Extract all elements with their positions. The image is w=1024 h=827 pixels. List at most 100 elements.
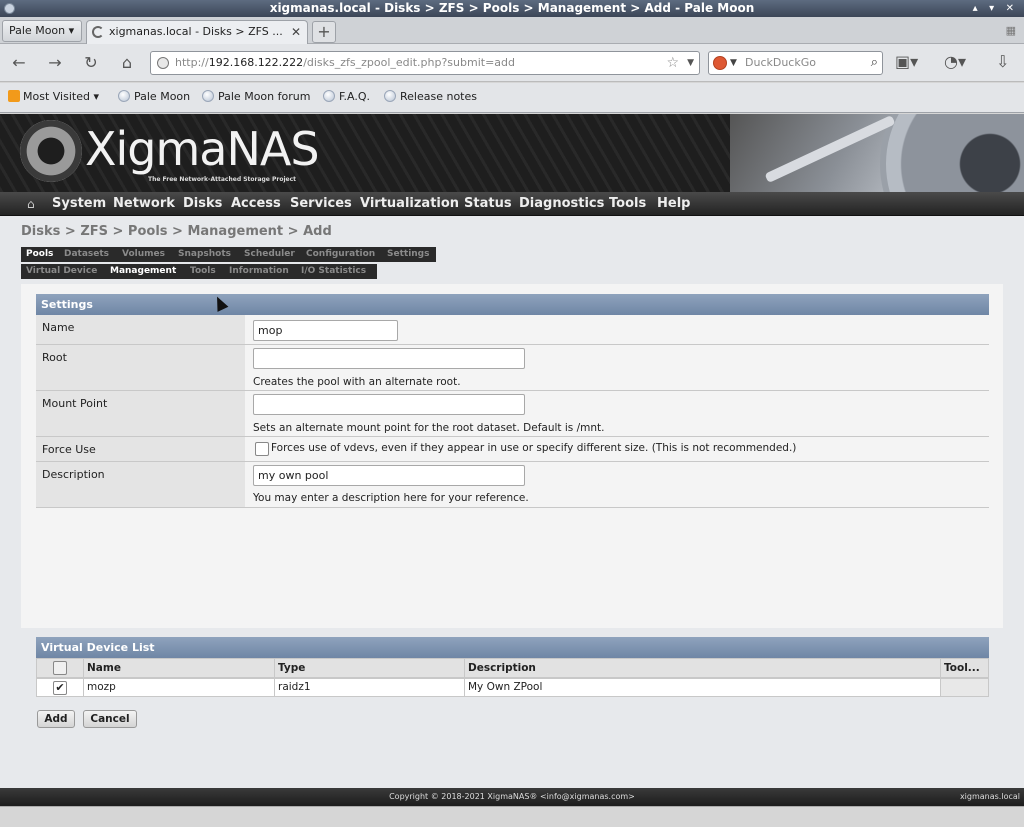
bookmark-pale-moon-forum[interactable]: Pale Moon forum	[202, 90, 310, 103]
xigmanas-banner: XigmaNAS The Free Network-Attached Stora…	[0, 114, 1024, 192]
site-identity-icon[interactable]	[157, 57, 169, 69]
window-title: xigmanas.local - Disks > ZFS > Pools > M…	[269, 1, 755, 15]
table-cell-description: My Own ZPool	[464, 678, 941, 697]
table-row-select-cell: ✔	[36, 678, 84, 697]
tab-pools[interactable]: Pools	[26, 249, 53, 259]
menu-system[interactable]: System	[52, 196, 106, 211]
navigation-toolbar: ← → ↻ ⌂ http://192.168.122.222/disks_zfs…	[0, 44, 1024, 82]
menu-network[interactable]: Network	[113, 196, 175, 211]
loading-icon	[92, 26, 104, 38]
url-host: 192.168.122.222	[208, 56, 304, 69]
browser-tab[interactable]: xigmanas.local - Disks > ZFS ... ✕	[86, 20, 308, 44]
xigmanas-tagline: The Free Network-Attached Storage Projec…	[148, 176, 296, 183]
column-header-name: Name	[83, 658, 275, 678]
tab-groups-icon[interactable]: ▦	[1006, 24, 1016, 37]
search-icon[interactable]: ⌕	[871, 52, 878, 74]
tab-information[interactable]: Information	[229, 266, 289, 276]
forward-arrow-icon[interactable]: →	[44, 52, 66, 74]
column-header-description: Description	[464, 658, 941, 678]
search-bar[interactable]: ▼ DuckDuckGo ⌕	[708, 51, 883, 75]
search-engine-dropdown-icon[interactable]: ▼	[730, 52, 737, 74]
mount-point-row: Mount Point Sets an alternate mount poin…	[36, 391, 989, 437]
tab-configuration[interactable]: Configuration	[306, 249, 375, 259]
download-arrow-icon[interactable]: ⇩	[996, 52, 1009, 71]
back-arrow-icon[interactable]: ←	[8, 52, 30, 74]
tab-snapshots[interactable]: Snapshots	[178, 249, 231, 259]
url-prefix: http://	[175, 56, 209, 69]
breadcrumb: Disks > ZFS > Pools > Management > Add	[21, 224, 332, 239]
tab-datasets[interactable]: Datasets	[64, 249, 109, 259]
table-cell-name: mozp	[83, 678, 275, 697]
add-button[interactable]: Add	[37, 710, 75, 728]
tab-scheduler[interactable]: Scheduler	[244, 249, 295, 259]
menu-status[interactable]: Status	[464, 196, 512, 211]
row-checkbox[interactable]: ✔	[53, 681, 67, 695]
column-header-tools: Tool...	[940, 658, 989, 678]
description-row: Description You may enter a description …	[36, 462, 989, 508]
root-label: Root	[36, 345, 245, 390]
bookmarks-menu-icon[interactable]: ▣▾	[895, 52, 918, 71]
new-tab-button[interactable]: +	[312, 21, 336, 43]
table-cell-tools	[940, 678, 989, 697]
secondary-tabs: Virtual Device Management Tools Informat…	[21, 264, 377, 279]
column-header-type: Type	[274, 658, 465, 678]
menu-help[interactable]: Help	[657, 196, 690, 211]
menu-tools[interactable]: Tools	[609, 196, 646, 211]
description-hint: You may enter a description here for you…	[253, 492, 529, 504]
tab-strip: Pale Moon ▾ xigmanas.local - Disks > ZFS…	[0, 17, 1024, 44]
menu-access[interactable]: Access	[231, 196, 281, 211]
description-label: Description	[36, 462, 245, 507]
page-footer: Copyright © 2018-2021 XigmaNAS® <info@xi…	[0, 788, 1024, 806]
footer-copyright: Copyright © 2018-2021 XigmaNAS® <info@xi…	[389, 792, 635, 801]
bookmarks-toolbar: Most Visited ▾ Pale Moon Pale Moon forum…	[0, 83, 1024, 113]
duckduckgo-icon[interactable]	[713, 56, 727, 70]
reload-icon[interactable]: ↻	[80, 52, 102, 74]
tab-tools[interactable]: Tools	[190, 266, 216, 276]
home-icon[interactable]: ⌂	[116, 52, 138, 74]
mount-point-label: Mount Point	[36, 391, 245, 436]
menu-disks[interactable]: Disks	[183, 196, 222, 211]
search-placeholder: DuckDuckGo	[745, 56, 816, 69]
bookmark-most-visited[interactable]: Most Visited ▾	[8, 90, 99, 103]
force-use-hint: Forces use of vdevs, even if they appear…	[271, 442, 797, 454]
window-menu-icon[interactable]	[4, 3, 15, 14]
name-input[interactable]	[253, 320, 398, 341]
cancel-button[interactable]: Cancel	[83, 710, 137, 728]
mount-point-input[interactable]	[253, 394, 525, 415]
disk-platter	[880, 114, 1024, 192]
bookmark-pale-moon[interactable]: Pale Moon	[118, 90, 190, 103]
description-input[interactable]	[253, 465, 525, 486]
root-input[interactable]	[253, 348, 525, 369]
tab-settings[interactable]: Settings	[387, 249, 429, 259]
menu-diagnostics[interactable]: Diagnostics	[519, 196, 604, 211]
window-controls[interactable]: ▴ ▾ ✕	[973, 0, 1018, 17]
footer-hostname: xigmanas.local	[959, 792, 1020, 801]
select-all-checkbox[interactable]	[53, 661, 67, 675]
force-use-checkbox[interactable]	[255, 442, 269, 456]
bookmark-star-icon[interactable]: ☆	[666, 52, 679, 74]
main-menu: ⌂ System Network Disks Access Services V…	[0, 192, 1024, 216]
name-row: Name	[36, 315, 989, 345]
name-label: Name	[36, 315, 245, 344]
close-tab-icon[interactable]: ✕	[291, 21, 301, 43]
menu-services[interactable]: Services	[290, 196, 352, 211]
mount-point-hint: Sets an alternate mount point for the ro…	[253, 422, 605, 434]
bookmark-faq[interactable]: F.A.Q.	[323, 90, 370, 103]
select-all-header	[36, 658, 84, 678]
tab-io-statistics[interactable]: I/O Statistics	[301, 266, 366, 276]
pale-moon-menu-button[interactable]: Pale Moon ▾	[2, 20, 82, 42]
force-use-label: Force Use	[36, 437, 245, 461]
home-icon[interactable]: ⌂	[27, 198, 39, 210]
bookmark-icon	[384, 90, 396, 102]
window-titlebar: xigmanas.local - Disks > ZFS > Pools > M…	[0, 0, 1024, 17]
tab-management[interactable]: Management	[110, 266, 176, 276]
bookmark-release-notes[interactable]: Release notes	[384, 90, 477, 103]
history-clock-icon[interactable]: ◔▾	[944, 52, 966, 71]
tab-volumes[interactable]: Volumes	[122, 249, 165, 259]
menu-virtualization[interactable]: Virtualization	[360, 196, 459, 211]
force-use-row: Force Use Forces use of vdevs, even if t…	[36, 437, 989, 462]
url-bar[interactable]: http://192.168.122.222/disks_zfs_zpool_e…	[150, 51, 700, 75]
bookmark-icon	[323, 90, 335, 102]
url-history-dropdown-icon[interactable]: ▼	[687, 52, 694, 74]
tab-virtual-device[interactable]: Virtual Device	[26, 266, 97, 276]
